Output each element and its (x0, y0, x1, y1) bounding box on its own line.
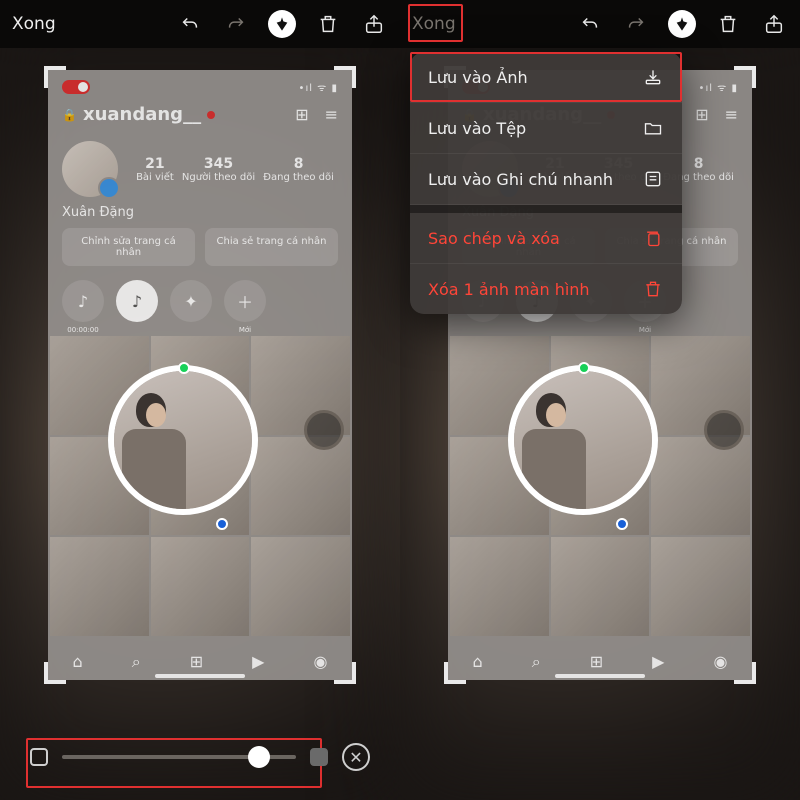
lock-icon: 🔒 (62, 108, 77, 122)
handle-green[interactable] (578, 362, 590, 374)
done-button[interactable]: Xong (12, 14, 56, 34)
edit-profile-button: Chỉnh sửa trang cá nhân (62, 228, 195, 266)
menu-save-quicknote-label: Lưu vào Ghi chú nhanh (428, 170, 613, 189)
opacity-min-icon[interactable] (30, 748, 48, 766)
menu-save-files-label: Lưu vào Tệp (428, 119, 526, 138)
copy-trash-icon (642, 227, 664, 249)
share-icon[interactable] (360, 10, 388, 38)
menu-separator (410, 205, 682, 213)
magnifier-annotation[interactable] (508, 365, 658, 515)
trash-icon[interactable] (314, 10, 342, 38)
opacity-slider[interactable] (62, 755, 296, 759)
trash-icon (642, 278, 664, 300)
undo-icon[interactable] (576, 10, 604, 38)
search-icon: ⌕ (132, 652, 141, 672)
home-icon: ⌂ (73, 652, 83, 672)
crop-corner-tr[interactable] (334, 66, 356, 88)
opacity-max-icon[interactable] (310, 748, 328, 766)
tutorial-highlight-done (408, 4, 463, 42)
menu-copy-delete[interactable]: Sao chép và xóa (410, 213, 682, 264)
handle-blue[interactable] (616, 518, 628, 530)
display-name: Xuân Đặng (48, 203, 352, 228)
notification-badge (207, 111, 215, 119)
pen-tool-button[interactable] (268, 10, 296, 38)
home-indicator (155, 674, 245, 678)
ig-handle: xuandang__ (83, 104, 201, 125)
reels-icon: ▶ (252, 652, 264, 672)
redo-icon (222, 10, 250, 38)
status-bar-icons: •ıl ᯤ ▮ (299, 80, 338, 94)
folder-icon (642, 117, 664, 139)
menu-copy-delete-label: Sao chép và xóa (428, 229, 560, 248)
story-new: ＋Mới (224, 280, 266, 322)
close-slider-button[interactable]: ✕ (342, 743, 370, 771)
story-2: ♪ (116, 280, 158, 322)
note-icon (642, 168, 664, 190)
story-3: ✦ (170, 280, 212, 322)
screenshot-canvas[interactable]: •ıl ᯤ ▮ 🔒 xuandang__ ⊞ ≡ 21Bài viết 345N… (48, 70, 352, 680)
opacity-slider-bar: ✕ (0, 734, 400, 780)
share-profile-button: Chia sẻ trang cá nhân (205, 228, 338, 266)
menu-icon: ≡ (325, 105, 338, 124)
tutorial-highlight-save-photos (410, 52, 682, 102)
profile-icon: ◉ (313, 652, 327, 672)
menu-save-files[interactable]: Lưu vào Tệp (410, 103, 682, 154)
opacity-preview-dot[interactable] (704, 410, 744, 450)
crop-corner-br[interactable] (334, 662, 356, 684)
slider-thumb[interactable] (248, 746, 270, 768)
crop-corner-br[interactable] (734, 662, 756, 684)
create-icon: ⊞ (295, 105, 308, 124)
profile-stats: 21Bài viết 345Người theo dõi 8Đang theo … (132, 156, 338, 183)
left-editor-pane: Xong •ıl ᯤ ▮ 🔒 xuandang__ ⊞ ≡ (0, 0, 400, 800)
crop-corner-tr[interactable] (734, 66, 756, 88)
menu-delete-one-label: Xóa 1 ảnh màn hình (428, 280, 590, 299)
editor-toolbar: Xong (0, 0, 400, 48)
recording-indicator (62, 80, 90, 94)
undo-icon[interactable] (176, 10, 204, 38)
story-1: ♪00:00:00 (62, 280, 104, 322)
handle-blue[interactable] (216, 518, 228, 530)
pen-tool-button[interactable] (668, 10, 696, 38)
opacity-preview-dot[interactable] (304, 410, 344, 450)
crop-corner-bl[interactable] (44, 662, 66, 684)
trash-icon[interactable] (714, 10, 742, 38)
redo-icon (622, 10, 650, 38)
add-icon: ⊞ (190, 652, 203, 672)
menu-delete-one[interactable]: Xóa 1 ảnh màn hình (410, 264, 682, 314)
share-icon[interactable] (760, 10, 788, 38)
avatar (62, 141, 118, 197)
handle-green[interactable] (178, 362, 190, 374)
ig-tabbar: ⌂ ⌕ ⊞ ▶ ◉ (48, 652, 352, 672)
crop-corner-bl[interactable] (444, 662, 466, 684)
menu-save-quicknote[interactable]: Lưu vào Ghi chú nhanh (410, 154, 682, 205)
crop-corner-tl[interactable] (44, 66, 66, 88)
magnifier-annotation[interactable] (108, 365, 258, 515)
right-editor-pane: Xong •ıl ᯤ ▮ 🔒xuandang__ ⊞≡ 21Bài viết 3… (400, 0, 800, 800)
